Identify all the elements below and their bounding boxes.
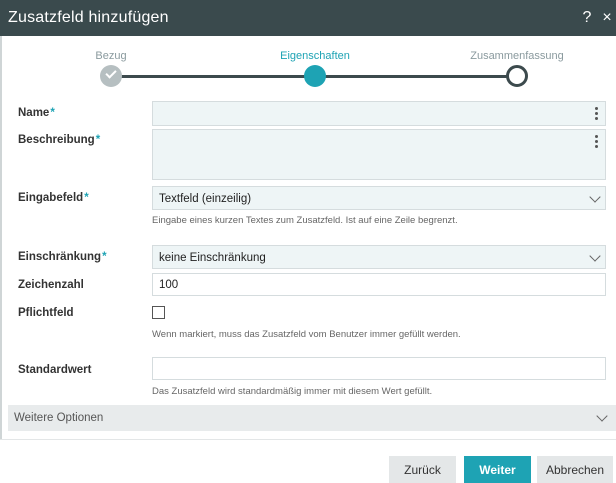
wizard-stepper: Bezug Eigenschaften Zusammenfassung (0, 36, 616, 98)
next-button[interactable]: Weiter (464, 456, 531, 483)
dialog-border (0, 36, 2, 483)
chevron-down-icon (589, 191, 601, 203)
restriction-label: Einschränkung* (18, 251, 107, 263)
char-count-label: Zeichenzahl (18, 279, 84, 291)
default-value-hint: Das Zusatzfeld wird standardmäßig immer … (152, 386, 433, 397)
cancel-button[interactable]: Abbrechen (537, 456, 613, 483)
step-label-zusammenfassung: Zusammenfassung (470, 50, 564, 62)
description-more-icon[interactable] (587, 130, 605, 153)
default-value-input[interactable] (152, 357, 606, 380)
input-type-label: Eingabefeld* (18, 192, 89, 204)
back-button[interactable]: Zurück (389, 456, 456, 483)
input-type-hint: Eingabe eines kurzen Textes zum Zusatzfe… (152, 215, 458, 226)
more-options-accordion[interactable]: Weitere Optionen (8, 405, 616, 431)
input-type-select[interactable]: Textfeld (einzeilig) (152, 186, 606, 210)
restriction-select[interactable]: keine Einschränkung (152, 245, 606, 269)
step-todo-ring (506, 65, 528, 87)
name-more-icon[interactable] (587, 102, 605, 125)
step-label-bezug: Bezug (95, 50, 127, 62)
description-textarea[interactable] (152, 129, 606, 180)
dialog-titlebar: Zusatzfeld hinzufügen ? × (0, 0, 616, 36)
required-label: Pflichtfeld (18, 307, 74, 319)
step-done-check-icon (100, 65, 122, 87)
chevron-down-icon (589, 250, 601, 262)
chevron-down-icon (596, 410, 608, 422)
char-count-input[interactable]: 100 (152, 273, 606, 296)
step-label-eigenschaften: Eigenschaften (280, 50, 350, 62)
default-value-label: Standardwert (18, 364, 92, 376)
help-icon[interactable]: ? (580, 9, 594, 27)
required-checkbox[interactable] (152, 306, 165, 319)
name-label: Name* (18, 107, 55, 119)
dialog-title: Zusatzfeld hinzufügen (8, 9, 169, 26)
more-options-label: Weitere Optionen (14, 412, 104, 424)
close-icon[interactable]: × (600, 9, 614, 27)
description-label: Beschreibung* (18, 134, 101, 146)
window-controls: ? × (580, 0, 616, 36)
name-input[interactable] (152, 101, 606, 126)
dialog-footer: Zurück Weiter Abbrechen (0, 439, 616, 483)
step-active-dot (304, 65, 326, 87)
required-hint: Wenn markiert, muss das Zusatzfeld vom B… (152, 329, 461, 340)
